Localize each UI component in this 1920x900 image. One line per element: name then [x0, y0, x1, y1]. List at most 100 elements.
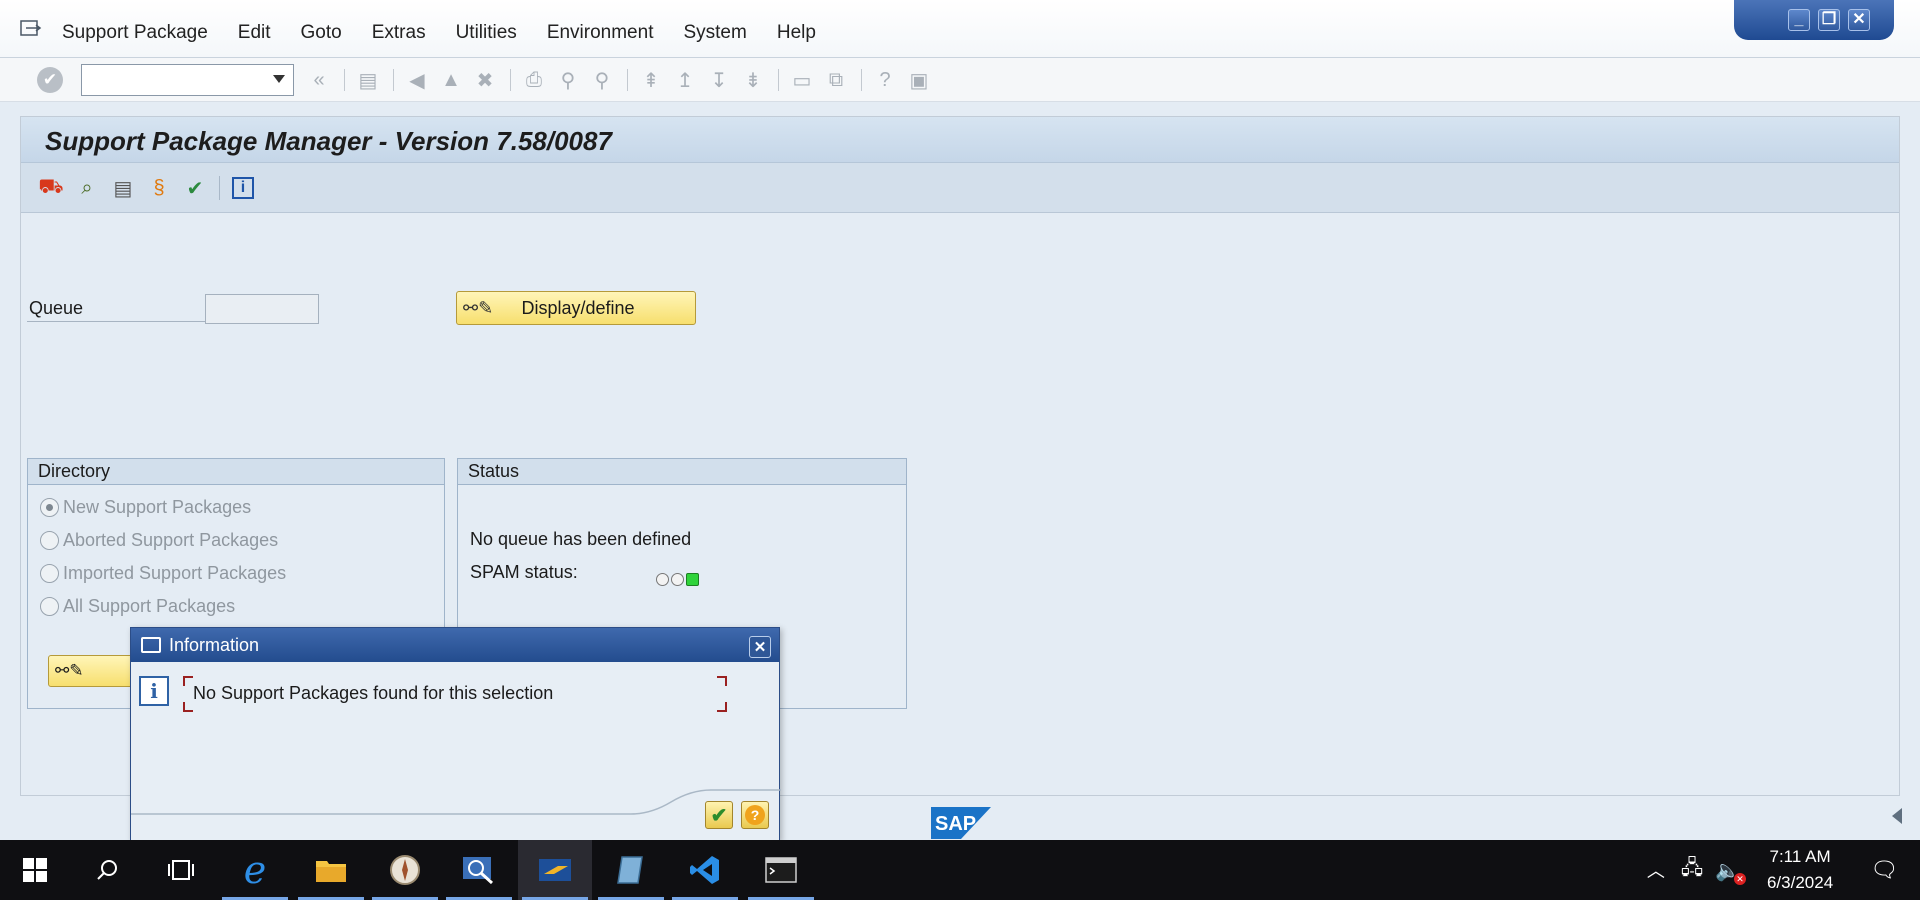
radio-button[interactable]	[40, 597, 59, 616]
taskbar-sap-gui[interactable]	[518, 840, 592, 900]
prev-page-icon[interactable]: ↥	[672, 68, 698, 92]
start-button[interactable]	[0, 840, 70, 900]
dialog-footer: ✔ ?	[131, 786, 781, 840]
minimize-button[interactable]: _	[1788, 9, 1810, 31]
taskbar-app-circle[interactable]	[368, 840, 442, 900]
help-icon: ?	[745, 805, 765, 825]
taskbar-sap-app[interactable]	[594, 840, 668, 900]
application-toolbar: ⛟ ⌕ ▤ § ✔ i	[21, 163, 1899, 213]
shortcut-icon[interactable]: ⧉	[823, 68, 849, 92]
menu-utilities[interactable]: Utilities	[456, 22, 517, 44]
confirm-icon[interactable]: ✔	[181, 175, 209, 201]
last-page-icon[interactable]: ⇟	[740, 68, 766, 92]
status-light-off-icon	[671, 573, 684, 586]
menu-environment[interactable]: Environment	[547, 22, 654, 44]
prev-screen-icon[interactable]: ◀	[404, 68, 430, 92]
find-next-icon[interactable]: ⚲	[589, 68, 615, 92]
taskbar: e ︿ 🖧 🔈 ✕ 7:11 AM 6/3/2024 🗨	[0, 840, 1920, 900]
display-define-label: Display/define	[521, 297, 635, 318]
radio-aborted-support-packages[interactable]: Aborted Support Packages	[40, 530, 278, 551]
spam-status-label: SPAM status:	[470, 562, 578, 582]
system-menu-icon[interactable]	[20, 20, 42, 38]
dialog-title-bar: Information	[131, 628, 779, 662]
continue-button[interactable]: ✔	[705, 801, 733, 829]
exit-icon[interactable]: ▲	[438, 68, 464, 92]
ocs-icon[interactable]: §	[145, 175, 173, 201]
clock-time: 7:11 AM	[1769, 847, 1831, 866]
taskbar-sap-logon[interactable]	[442, 840, 516, 900]
info-icon[interactable]: i	[232, 177, 254, 199]
first-page-icon[interactable]: ⇞	[638, 68, 664, 92]
footer-divider	[131, 789, 781, 815]
radio-label: Imported Support Packages	[63, 563, 287, 583]
queue-underline	[27, 321, 221, 322]
radio-label: New Support Packages	[63, 497, 252, 517]
command-field[interactable]	[81, 64, 294, 96]
toolbar-separator	[627, 69, 628, 91]
sap-logo: SAP	[931, 807, 991, 839]
dialog-close-button[interactable]: ✕	[749, 636, 771, 658]
layout-icon[interactable]: ▣	[906, 68, 932, 92]
new-session-icon[interactable]: ▭	[789, 68, 815, 92]
directory-title: Directory	[28, 459, 444, 485]
chevron-down-icon[interactable]	[273, 75, 285, 83]
radio-button[interactable]	[40, 531, 59, 550]
help-icon[interactable]: ?	[872, 68, 898, 92]
toolbar-separator	[219, 176, 220, 200]
vscode-icon	[690, 856, 719, 884]
menu-bar: Support Package Edit Goto Extras Utiliti…	[0, 0, 1920, 58]
close-window-button[interactable]: ✕	[1848, 9, 1870, 31]
find-icon[interactable]: ⚲	[555, 68, 581, 92]
task-view-button[interactable]	[144, 840, 218, 900]
system-tray: ︿ 🖧 🔈 ✕ 7:11 AM 6/3/2024 🗨	[1647, 840, 1920, 900]
menu-edit[interactable]: Edit	[238, 22, 271, 44]
menu-extras[interactable]: Extras	[372, 22, 426, 44]
taskbar-vscode[interactable]	[668, 840, 742, 900]
enter-icon[interactable]: ✔	[37, 67, 63, 93]
radio-button[interactable]	[40, 564, 59, 583]
glasses-pencil-icon: ⚯✎	[463, 297, 494, 318]
radio-button[interactable]	[40, 498, 59, 517]
help-button[interactable]: ?	[741, 801, 769, 829]
menu-help[interactable]: Help	[777, 22, 816, 44]
toolbar-separator	[510, 69, 511, 91]
display-define-button[interactable]: ⚯✎ Display/define	[456, 291, 696, 325]
network-icon[interactable]: 🖧	[1681, 853, 1703, 887]
next-page-icon[interactable]: ↧	[706, 68, 732, 92]
import-queue-icon[interactable]: ⛟	[37, 175, 65, 201]
radio-label: Aborted Support Packages	[63, 530, 279, 550]
volume-muted-icon[interactable]: 🔈 ✕	[1715, 858, 1747, 885]
clock[interactable]: 7:11 AM 6/3/2024	[1750, 844, 1850, 896]
search-button[interactable]	[70, 840, 144, 900]
cancel-icon[interactable]: ✖	[472, 68, 498, 92]
back-icon[interactable]: «	[306, 68, 332, 92]
status-light-off-icon	[656, 573, 669, 586]
folder-icon	[316, 861, 346, 882]
menu-support-package[interactable]: Support Package	[62, 22, 208, 44]
taskbar-file-explorer[interactable]	[294, 840, 368, 900]
menu-goto[interactable]: Goto	[301, 22, 342, 44]
taskbar-internet-explorer[interactable]: e	[218, 840, 292, 900]
chevron-up-icon[interactable]: ︿	[1647, 857, 1665, 883]
svg-text:SAP: SAP	[935, 813, 976, 835]
menu-system[interactable]: System	[683, 22, 746, 44]
queue-label: Queue	[29, 298, 84, 318]
collapse-arrow-icon[interactable]	[1892, 808, 1902, 824]
internet-explorer-icon: e	[243, 848, 267, 892]
queue-input[interactable]	[205, 294, 319, 324]
radio-imported-support-packages[interactable]: Imported Support Packages	[40, 563, 286, 584]
display-icon[interactable]: ⌕	[73, 175, 101, 201]
standard-toolbar: ✔ « ▤ ◀ ▲ ✖ ⎙ ⚲ ⚲ ⇞ ↥ ↧ ⇟ ▭ ⧉ ? ▣	[0, 58, 1920, 102]
notifications-icon[interactable]: 🗨	[1870, 857, 1898, 883]
taskbar-terminal[interactable]	[744, 840, 818, 900]
radio-all-support-packages[interactable]: All Support Packages	[40, 596, 235, 617]
windows-icon	[23, 858, 47, 882]
print-icon[interactable]: ⎙	[521, 68, 547, 92]
save-icon[interactable]: ▤	[355, 68, 381, 92]
restore-button[interactable]: ❐	[1818, 9, 1840, 31]
toolbar-separator	[393, 69, 394, 91]
display-log-icon[interactable]: ▤	[109, 175, 137, 201]
radio-new-support-packages[interactable]: New Support Packages	[40, 497, 251, 518]
task-view-icon	[168, 860, 194, 880]
glasses-icon: ⚯✎	[55, 661, 84, 680]
